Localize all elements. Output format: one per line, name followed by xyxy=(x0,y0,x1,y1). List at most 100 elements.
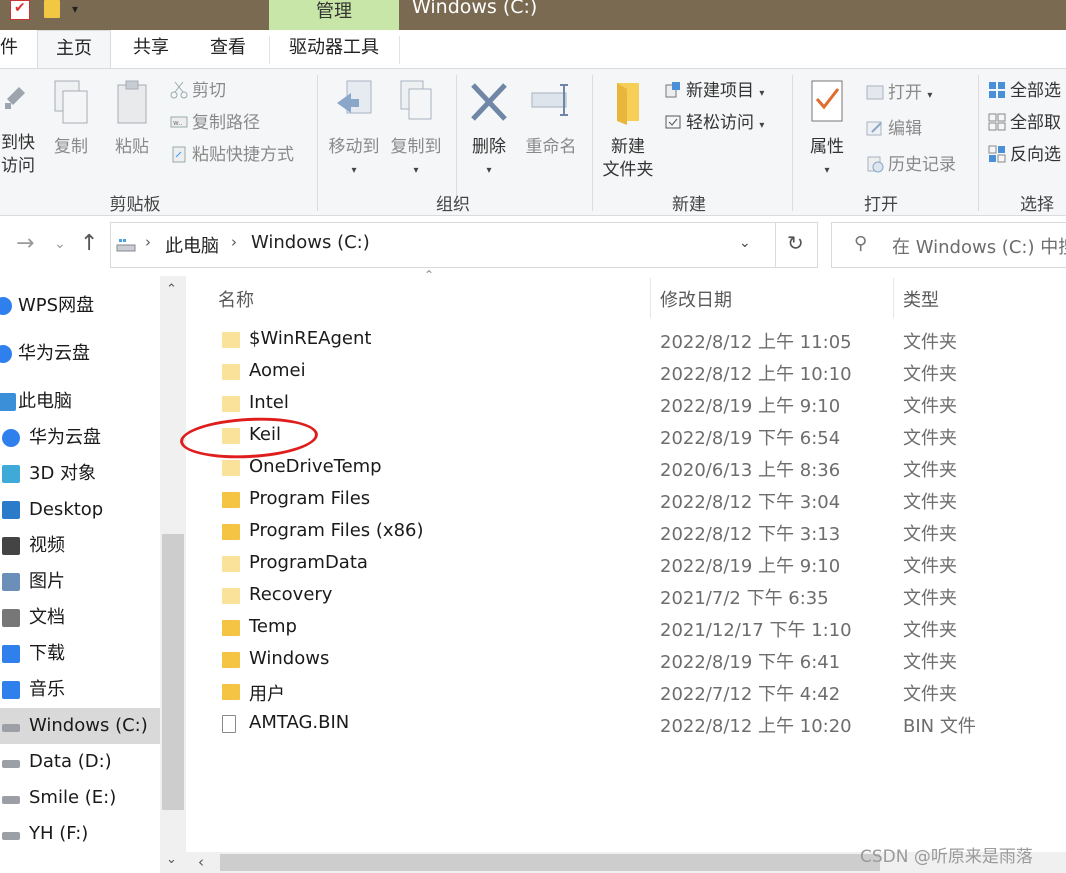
nav-item[interactable]: Data (D:) xyxy=(0,744,160,780)
paste-shortcut-button[interactable]: 粘贴快捷方式 xyxy=(170,143,294,167)
tab-home[interactable]: 主页 xyxy=(37,30,111,68)
copy-button[interactable]: 复制 xyxy=(48,79,94,159)
new-folder-quick-access-icon[interactable] xyxy=(44,0,60,18)
nav-item[interactable]: 下载 xyxy=(0,636,160,672)
nav-item[interactable]: 图片 xyxy=(0,564,160,600)
search-box[interactable]: ⚲ 在 Windows (C:) 中搜 xyxy=(831,222,1066,268)
breadcrumb-this-pc[interactable]: 此电脑 xyxy=(165,232,219,258)
breadcrumb-drive[interactable]: Windows (C:) xyxy=(251,232,370,253)
nav-item[interactable]: 视频 xyxy=(0,528,160,564)
nav-item[interactable]: Desktop xyxy=(0,492,160,528)
file-row[interactable]: $WinREAgent 2022/8/12 上午 11:05 文件夹 xyxy=(212,326,1066,358)
file-row[interactable]: Recovery 2021/7/2 下午 6:35 文件夹 xyxy=(212,582,1066,614)
file-modified-date: 2020/6/13 上午 8:36 xyxy=(660,460,841,481)
copy-to-label: 复制到 xyxy=(390,137,442,157)
pin-label-line1: 到快 xyxy=(1,133,35,153)
column-divider[interactable] xyxy=(650,278,651,318)
file-modified-date: 2022/8/19 下午 6:41 xyxy=(660,652,841,673)
nav-item[interactable]: 此电脑 xyxy=(0,384,160,420)
nav-item[interactable]: WPS网盘 xyxy=(0,288,160,324)
file-row[interactable]: Program Files 2022/8/12 下午 3:04 文件夹 xyxy=(212,486,1066,518)
new-folder-button[interactable]: 新建 文件夹 xyxy=(598,79,658,182)
nav-item[interactable]: Smile (E:) xyxy=(0,780,160,816)
open-button[interactable]: 打开 ▾ xyxy=(866,81,932,105)
delete-button[interactable]: 删除 ▾ xyxy=(466,79,512,182)
nav-item[interactable]: YH (F:) xyxy=(0,816,160,852)
properties-button[interactable]: 属性 ▾ xyxy=(802,79,852,182)
nav-item[interactable]: 3D 对象 xyxy=(0,456,160,492)
file-row[interactable]: Program Files (x86) 2022/8/12 下午 3:13 文件夹 xyxy=(212,518,1066,550)
easy-access-button[interactable]: 轻松访问 ▾ xyxy=(664,111,764,135)
tab-view[interactable]: 查看 xyxy=(191,30,265,68)
nav-item[interactable]: Windows (C:) xyxy=(0,708,160,744)
rename-button[interactable]: 重命名 xyxy=(522,79,580,159)
properties-quick-access-icon[interactable] xyxy=(10,0,30,20)
folder-icon xyxy=(222,556,240,572)
column-header-modified[interactable]: 修改日期 xyxy=(660,286,732,312)
address-history-chevron-icon[interactable]: ⌄ xyxy=(739,235,751,251)
easy-access-label: 轻松访问 xyxy=(686,113,754,133)
pin-label-line2: 访问 xyxy=(1,156,35,176)
paste-button[interactable]: 粘贴 xyxy=(108,79,156,159)
nav-item[interactable]: 音乐 xyxy=(0,672,160,708)
tab-file[interactable]: 件 xyxy=(0,30,22,68)
pin-to-quick-access-button[interactable]: 到快 访问 xyxy=(0,75,40,178)
file-row[interactable]: Temp 2021/12/17 下午 1:10 文件夹 xyxy=(212,614,1066,646)
nav-item[interactable]: 华为云盘 xyxy=(0,336,160,372)
address-bar[interactable]: › 此电脑 › Windows (C:) ⌄ ↻ xyxy=(110,222,818,268)
delete-label: 删除 xyxy=(472,137,506,157)
download-icon xyxy=(2,645,20,663)
history-button[interactable]: 历史记录 xyxy=(866,153,956,177)
refresh-icon[interactable]: ↻ xyxy=(787,231,804,255)
tab-share[interactable]: 共享 xyxy=(115,30,187,68)
edit-icon xyxy=(866,119,884,137)
drive-icon xyxy=(2,796,20,804)
column-header-name[interactable]: 名称 xyxy=(218,286,254,312)
new-folder-label-line1: 新建 xyxy=(611,137,645,157)
scroll-up-arrow-icon[interactable]: ⌃ xyxy=(166,282,177,297)
new-item-button[interactable]: 新建项目 ▾ xyxy=(664,79,764,103)
column-divider[interactable] xyxy=(893,278,894,318)
breadcrumb-chevron-icon[interactable]: › xyxy=(145,233,151,251)
customize-quick-access-icon[interactable]: ▾ xyxy=(72,2,78,16)
music-icon xyxy=(2,681,20,699)
file-row[interactable]: AMTAG.BIN 2022/8/12 上午 10:20 BIN 文件 xyxy=(212,710,1066,742)
select-all-button[interactable]: 全部选 xyxy=(988,79,1061,103)
file-row[interactable]: Aomei 2022/8/12 上午 10:10 文件夹 xyxy=(212,358,1066,390)
select-none-label: 全部取 xyxy=(1010,113,1061,133)
open-group-label: 打开 xyxy=(864,195,898,215)
invert-selection-button[interactable]: 反向选 xyxy=(988,143,1061,167)
tab-manage[interactable]: 管理 xyxy=(269,0,399,30)
file-row[interactable]: Windows 2022/8/19 下午 6:41 文件夹 xyxy=(212,646,1066,678)
file-row[interactable]: OneDriveTemp 2020/6/13 上午 8:36 文件夹 xyxy=(212,454,1066,486)
copy-icon xyxy=(54,80,88,124)
drive-icon xyxy=(2,832,20,840)
recent-locations-chevron-icon[interactable]: ⌄ xyxy=(54,236,66,252)
select-none-button[interactable]: 全部取 xyxy=(988,111,1061,135)
file-row[interactable]: ProgramData 2022/8/19 上午 9:10 文件夹 xyxy=(212,550,1066,582)
folder-icon xyxy=(222,524,240,540)
move-to-button[interactable]: 移动到 ▾ xyxy=(326,79,382,182)
copy-to-button[interactable]: 复制到 ▾ xyxy=(388,79,444,182)
file-row[interactable]: Intel 2022/8/19 上午 9:10 文件夹 xyxy=(212,390,1066,422)
scroll-left-arrow-icon[interactable]: ‹ xyxy=(198,853,204,871)
copy-path-button[interactable]: w.. 复制路径 xyxy=(170,111,260,135)
column-header-type[interactable]: 类型 xyxy=(903,286,939,312)
breadcrumb-chevron-icon[interactable]: › xyxy=(231,233,237,251)
file-row[interactable]: Keil 2022/8/19 下午 6:54 文件夹 xyxy=(212,422,1066,454)
move-to-icon xyxy=(337,80,372,114)
new-folder-icon xyxy=(617,83,639,125)
tab-drive-tools[interactable]: 驱动器工具 xyxy=(272,30,396,68)
nav-item[interactable]: 文档 xyxy=(0,600,160,636)
easy-access-dropdown-icon: ▾ xyxy=(759,120,765,131)
nav-pane-scrollbar-thumb[interactable] xyxy=(162,534,184,810)
scroll-down-arrow-icon[interactable]: ⌄ xyxy=(166,852,177,867)
file-list-scrollbar-thumb[interactable] xyxy=(220,854,880,871)
cut-button[interactable]: 剪切 xyxy=(170,79,226,103)
file-row[interactable]: 用户 2022/7/12 下午 4:42 文件夹 xyxy=(212,678,1066,710)
tab-divider xyxy=(399,36,400,64)
edit-button[interactable]: 编辑 xyxy=(866,117,922,141)
forward-arrow-icon[interactable]: → xyxy=(16,231,34,256)
up-arrow-icon[interactable]: ↑ xyxy=(80,231,98,256)
nav-item[interactable]: 华为云盘 xyxy=(0,420,160,456)
